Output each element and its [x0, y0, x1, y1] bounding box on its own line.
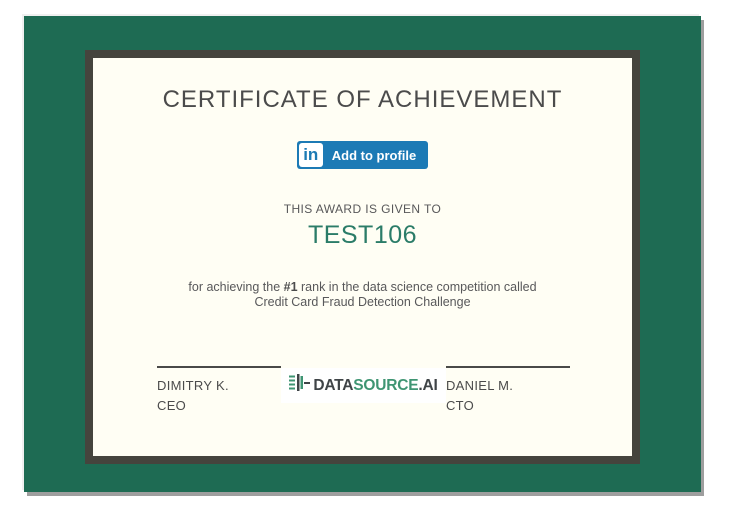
datasource-logo-icon: [289, 374, 311, 397]
signatory-title: CEO: [157, 398, 187, 413]
award-intro-text: THIS AWARD IS GIVEN TO: [283, 202, 442, 216]
achievement-description: for achieving the #1 rank in the data sc…: [93, 280, 632, 309]
signature-row: DIMITRY K. CEO DATASOURCE.AI DANIEL M. C…: [157, 366, 570, 414]
logo-part-data: DATA: [313, 376, 354, 394]
description-suffix: rank in the data science competition cal…: [297, 280, 537, 294]
datasource-logo-text: DATASOURCE.AI: [313, 377, 437, 395]
signature-line: [157, 366, 281, 368]
signature-line: [445, 366, 570, 368]
certificate-frame: CERTIFICATE OF ACHIEVEMENT in Add to pro…: [24, 16, 701, 492]
signatory-left: DIMITRY K. CEO: [157, 366, 281, 414]
logo-part-ai: .AI: [418, 376, 438, 394]
linkedin-in-icon: in: [298, 143, 323, 167]
signatory-name: DANIEL M.: [445, 378, 514, 393]
competition-name: Credit Card Fraud Detection Challenge: [254, 294, 471, 309]
certificate-inner-border: CERTIFICATE OF ACHIEVEMENT in Add to pro…: [85, 50, 640, 464]
linkedin-button-label: Add to profile: [331, 147, 417, 163]
certificate-paper: CERTIFICATE OF ACHIEVEMENT in Add to pro…: [93, 58, 632, 456]
rank-value: #1: [283, 280, 298, 294]
certificate-title: CERTIFICATE OF ACHIEVEMENT: [162, 86, 563, 113]
signatory-title: CTO: [445, 398, 475, 413]
logo-part-source: SOURCE: [353, 376, 419, 394]
recipient-name: TEST106: [307, 221, 418, 249]
linkedin-add-to-profile-button[interactable]: in Add to profile: [296, 141, 429, 169]
description-prefix: for achieving the: [188, 280, 284, 294]
datasource-logo: DATASOURCE.AI: [281, 368, 446, 403]
signatory-name: DIMITRY K.: [157, 378, 229, 393]
signatory-right: DANIEL M. CTO: [445, 366, 570, 414]
